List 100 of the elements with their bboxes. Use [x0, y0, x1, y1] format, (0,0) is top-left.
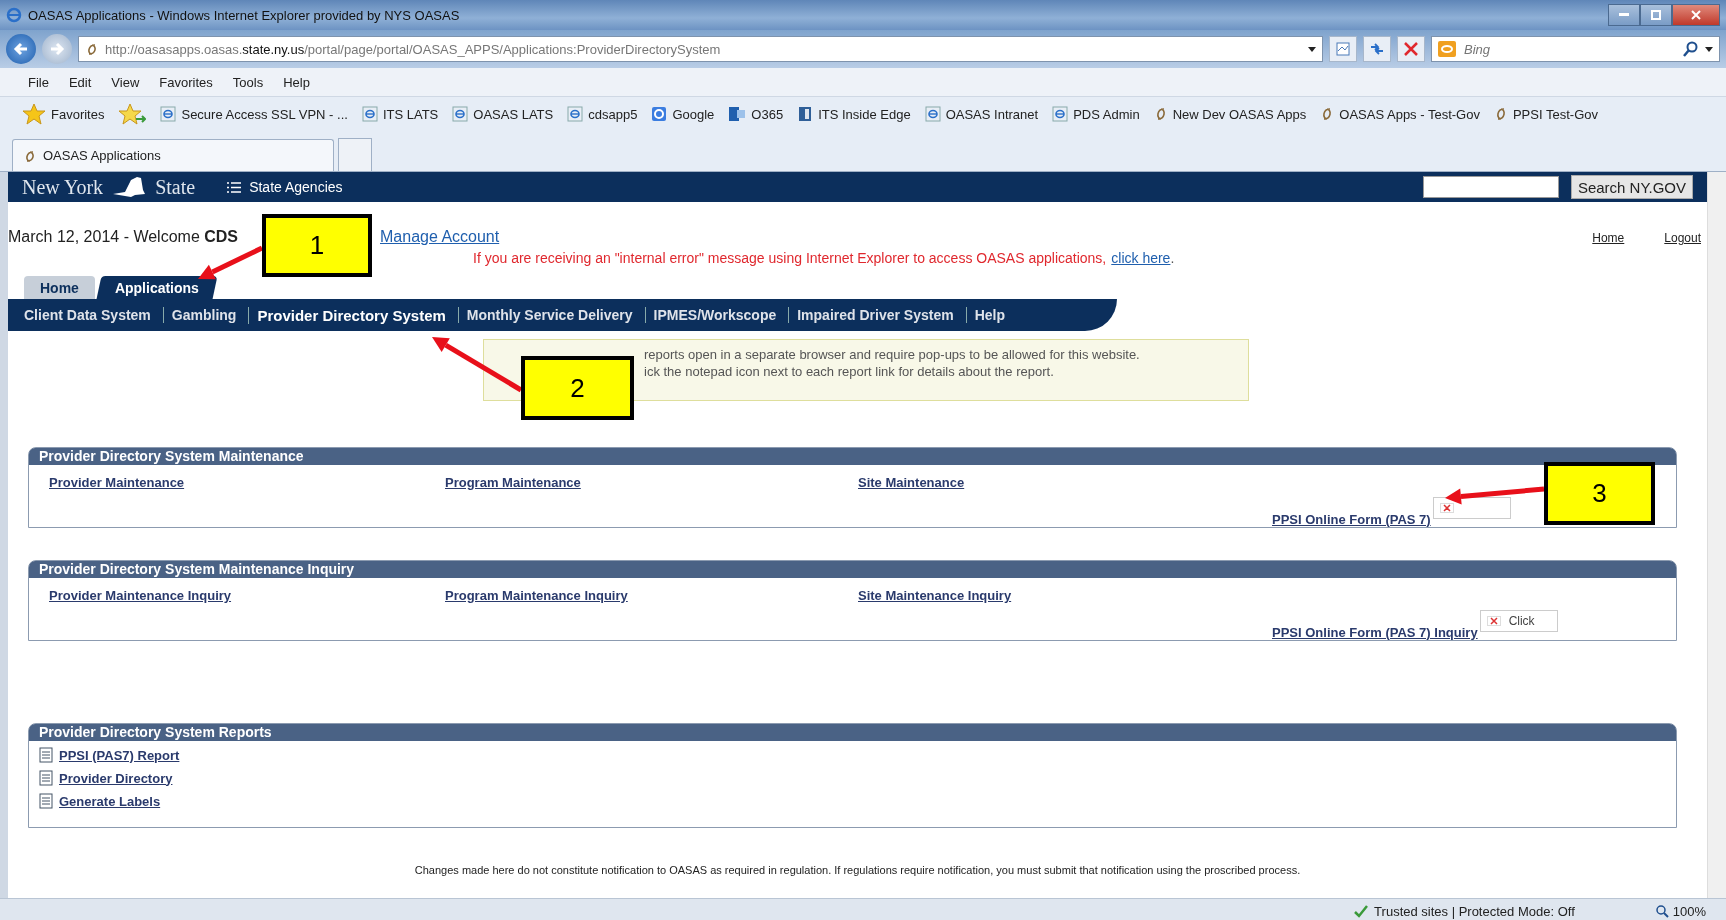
favorite-link[interactable]: cdsapp5: [567, 106, 638, 122]
address-field[interactable]: http://oasasapps.oasas.state.ny.us/portal/page/portal/OASAS_APPS/Applications:ProviderDirectorySystem: [78, 36, 1323, 62]
menu-item[interactable]: Edit: [60, 72, 100, 92]
google-icon: [651, 106, 668, 122]
link[interactable]: Provider Maintenance: [49, 475, 185, 490]
menu-item[interactable]: Tools: [224, 72, 272, 92]
bing-icon: [1438, 41, 1456, 57]
mail-icon: [728, 106, 747, 122]
image-button[interactable]: Click: [1479, 610, 1558, 632]
favorite-link[interactable]: ITS LATS: [361, 106, 439, 122]
nav-item[interactable]: Impaired Driver System: [788, 307, 966, 323]
forward-button[interactable]: [42, 34, 72, 64]
minimize-icon: [1619, 13, 1629, 17]
forward-arrow-icon: [49, 42, 65, 56]
disclaimer-text: Changes made here do not constitute notification to OASAS as required in regulation. If regulations require notification, you must submit that notification using the proscribed process.: [413, 864, 1302, 876]
section-header: Provider Directory System Maintenance Inquiry: [29, 561, 1676, 578]
link[interactable]: Site Maintenance Inquiry: [858, 588, 1012, 603]
favorite-link[interactable]: PDS Admin: [1052, 106, 1140, 122]
link[interactable]: Program Maintenance Inquiry: [445, 588, 628, 603]
scrollbar[interactable]: [1707, 172, 1726, 898]
stop-button[interactable]: [1397, 36, 1425, 62]
tab[interactable]: Applications: [96, 276, 218, 299]
section-header: Provider Directory System Reports: [29, 724, 1676, 741]
callout-box: 2: [521, 356, 634, 420]
image-button[interactable]: [1432, 497, 1511, 519]
back-arrow-icon: [13, 42, 29, 56]
click-here-link[interactable]: click here: [1111, 250, 1171, 266]
restore-icon: [1651, 10, 1661, 20]
callout-arrow: [198, 245, 264, 280]
nav-item[interactable]: Client Data System: [16, 307, 163, 323]
maximize-button[interactable]: [1640, 4, 1672, 26]
logo-text: State: [155, 175, 196, 199]
logout-link[interactable]: Logout: [1664, 231, 1701, 245]
favorite-link[interactable]: Secure Access SSL VPN - ...: [160, 106, 348, 122]
link[interactable]: Provider Maintenance Inquiry: [49, 588, 232, 603]
notepad-icon[interactable]: [39, 747, 53, 763]
link[interactable]: PPSI Online Form (PAS 7): [1272, 512, 1431, 527]
report-link[interactable]: Provider Directory: [59, 770, 173, 786]
favorites-button[interactable]: Favorites: [22, 103, 105, 125]
browser-icon: [6, 7, 22, 23]
close-icon: [1691, 10, 1701, 20]
note-text: reports open in a separate browser and require pop-ups to be allowed for this website.: [644, 346, 1141, 363]
menu-item[interactable]: View: [103, 72, 148, 92]
security-zone: Trusted sites | Protected Mode: Off: [1354, 903, 1575, 919]
refresh-button[interactable]: [1363, 36, 1391, 62]
search-input[interactable]: Bing: [1462, 40, 1677, 58]
nav-item[interactable]: Help: [965, 307, 1017, 323]
check-icon: [1354, 904, 1369, 918]
link[interactable]: PPSI Online Form (PAS 7) Inquiry: [1272, 625, 1478, 640]
browser-tab[interactable]: OASAS Applications: [12, 139, 334, 171]
favorite-link[interactable]: OASAS LATS: [452, 106, 554, 122]
nav-item[interactable]: IPMES/Workscope: [644, 307, 789, 323]
logo-text: New York: [22, 175, 104, 199]
menu-item[interactable]: Favorites: [151, 72, 221, 92]
search-icon[interactable]: [1683, 41, 1699, 57]
site-search-field[interactable]: [1422, 176, 1559, 198]
book-icon: [797, 106, 814, 122]
menu-item[interactable]: Help: [275, 72, 318, 92]
search-button[interactable]: Search NY.GOV: [1570, 175, 1693, 199]
compatibility-button[interactable]: [1329, 36, 1357, 62]
nav-item[interactable]: Monthly Service Delivery: [457, 307, 645, 323]
tab[interactable]: Home: [24, 276, 95, 299]
report-link[interactable]: PPSI (PAS7) Report: [59, 747, 180, 763]
favorite-link[interactable]: ITS Inside Edge: [797, 106, 911, 122]
link[interactable]: Program Maintenance: [445, 475, 581, 490]
favorite-link[interactable]: New Dev OASAS Apps: [1153, 106, 1307, 122]
favorite-link[interactable]: OASAS Intranet: [924, 106, 1039, 122]
window-title: OASAS Applications - Windows Internet Explorer provided by NYS OASAS: [28, 7, 460, 23]
broken-image-icon: [1439, 503, 1454, 513]
back-button[interactable]: [6, 34, 36, 64]
minimize-button[interactable]: [1608, 4, 1640, 26]
manage-account-link[interactable]: Manage Account: [380, 228, 500, 246]
menu-item[interactable]: File: [20, 72, 57, 92]
search-field[interactable]: Bing: [1431, 36, 1720, 62]
refresh-icon: [1369, 42, 1385, 56]
notepad-icon[interactable]: [39, 793, 53, 809]
period-text: .: [1170, 250, 1175, 266]
dropdown-icon[interactable]: [1308, 46, 1316, 52]
welcome-text: March 12, 2014 - Welcome CDS: [8, 228, 238, 246]
magnifier-icon: [1654, 904, 1669, 918]
nav-item[interactable]: Provider Directory System: [248, 306, 458, 324]
close-button[interactable]: [1672, 4, 1720, 26]
favorite-link[interactable]: Google: [651, 106, 715, 122]
report-link[interactable]: Generate Labels: [59, 793, 161, 809]
star-icon: [22, 103, 46, 125]
add-favorite-icon[interactable]: [118, 103, 147, 125]
link[interactable]: Site Maintenance: [858, 475, 965, 490]
section-header: Provider Directory System Maintenance: [29, 448, 1676, 465]
callout-box: 3: [1544, 462, 1655, 525]
nav-item[interactable]: Gambling: [162, 307, 249, 323]
zoom-control[interactable]: 100%: [1654, 903, 1706, 919]
agencies-menu[interactable]: State Agencies: [227, 179, 343, 195]
dropdown-icon[interactable]: [1705, 46, 1713, 52]
home-link[interactable]: Home: [1592, 231, 1625, 245]
favorite-link[interactable]: O365: [728, 106, 784, 122]
favorite-link[interactable]: OASAS Apps - Test-Gov: [1320, 106, 1480, 122]
notepad-icon[interactable]: [39, 770, 53, 786]
stop-icon: [1404, 42, 1418, 56]
favorite-link[interactable]: PPSI Test-Gov: [1493, 106, 1598, 122]
error-message: If you are receiving an "internal error" message using Internet Explorer to access OASAS applications,: [473, 250, 1107, 266]
